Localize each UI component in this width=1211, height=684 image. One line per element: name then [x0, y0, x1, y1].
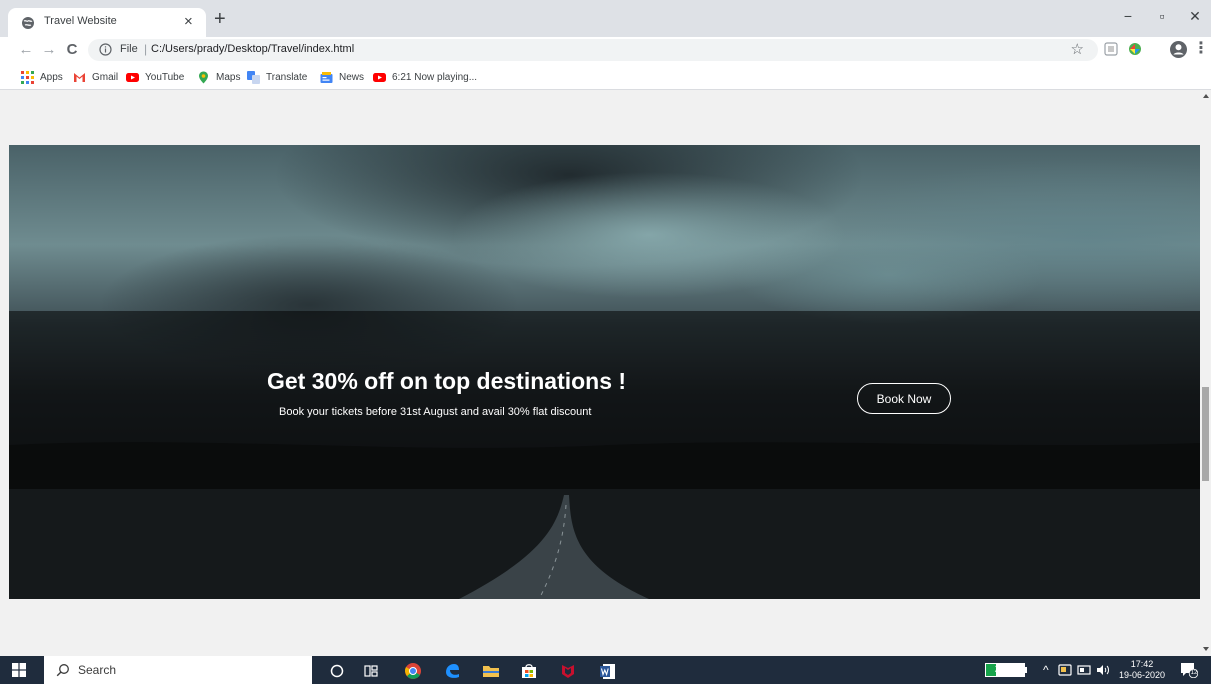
- promo-subline: Book your tickets before 31st August and…: [279, 406, 592, 418]
- bookmark-apps[interactable]: Apps: [21, 69, 63, 85]
- url-text[interactable]: C:/Users/prady/Desktop/Travel/index.html: [151, 43, 354, 55]
- edge-taskbar-icon[interactable]: [441, 660, 463, 682]
- book-now-button[interactable]: Book Now: [857, 383, 951, 414]
- notification-count: 12: [1190, 670, 1198, 676]
- apps-grid-icon: [21, 70, 34, 84]
- close-window-icon[interactable]: ✕: [1183, 6, 1207, 26]
- store-icon[interactable]: [518, 660, 540, 682]
- forward-arrow-icon[interactable]: →: [40, 40, 58, 60]
- gmail-icon: [74, 72, 85, 82]
- chrome-taskbar-icon[interactable]: [402, 660, 424, 682]
- translate-icon: [247, 70, 260, 84]
- promo-headline: Get 30% off on top destinations !: [267, 368, 627, 394]
- windows-taskbar: Search 27% ^ 17:42 19-06-2020 12: [0, 656, 1211, 684]
- cortana-icon[interactable]: [326, 660, 348, 682]
- bookmark-label: Gmail: [92, 71, 119, 83]
- profile-avatar-icon[interactable]: [1169, 40, 1188, 59]
- bookmark-label: YouTube: [145, 71, 185, 83]
- volume-icon[interactable]: [1096, 664, 1110, 676]
- browser-toolbar: ← → C File | C:/Users/prady/Desktop/Trav…: [0, 37, 1211, 63]
- bookmark-gmail[interactable]: Gmail: [73, 69, 118, 85]
- youtube-icon: [373, 72, 386, 82]
- bookmark-label: Apps: [40, 71, 63, 83]
- scroll-down-arrow-icon[interactable]: [1203, 647, 1209, 651]
- battery-nub: [1025, 667, 1027, 673]
- taskbar-clock[interactable]: 17:42 19-06-2020: [1113, 659, 1171, 681]
- browser-menu-icon[interactable]: ⋮: [1193, 39, 1209, 59]
- clock-time: 17:42: [1130, 659, 1154, 669]
- maps-icon: [199, 71, 208, 83]
- bookmark-label: Maps: [216, 71, 241, 83]
- windows-start-icon[interactable]: [12, 663, 26, 677]
- url-separator: |: [144, 42, 148, 56]
- word-icon[interactable]: [596, 660, 618, 682]
- network-icon[interactable]: [1077, 665, 1091, 675]
- tab-strip: Travel Website × + − ▫ ✕: [0, 0, 1211, 37]
- hero-background-image: Get 30% off on top destinations ! Book y…: [9, 145, 1200, 599]
- minimize-icon[interactable]: −: [1116, 6, 1140, 26]
- task-view-icon[interactable]: [360, 660, 382, 682]
- bookmark-label: Translate: [266, 71, 308, 83]
- taskbar-search-box[interactable]: Search: [44, 656, 312, 684]
- bookmark-maps[interactable]: Maps: [197, 69, 240, 85]
- bookmarks-bar: Apps Gmail YouTube Maps Translate News 6…: [0, 63, 1211, 90]
- notification-center-icon[interactable]: 12: [1180, 662, 1199, 679]
- address-bar[interactable]: File | C:/Users/prady/Desktop/Travel/ind…: [88, 39, 1098, 61]
- colorful-extension-icon[interactable]: [1127, 41, 1143, 57]
- extension-icon[interactable]: [1103, 41, 1119, 57]
- page-viewport: Get 30% off on top destinations ! Book y…: [0, 91, 1200, 656]
- promo-banner: Get 30% off on top destinations ! Book y…: [9, 311, 1200, 489]
- bookmark-youtube[interactable]: YouTube: [126, 69, 184, 85]
- bookmark-label: 6:21 Now playing...: [392, 71, 478, 83]
- page-scrollbar[interactable]: [1200, 91, 1211, 656]
- url-scheme: File: [120, 43, 138, 55]
- tray-chevron-icon[interactable]: ^: [1043, 663, 1049, 677]
- new-tab-icon[interactable]: +: [214, 9, 226, 29]
- scroll-up-arrow-icon[interactable]: [1203, 94, 1209, 98]
- youtube-icon: [126, 72, 139, 82]
- bookmark-news[interactable]: News: [320, 69, 364, 85]
- globe-icon: [22, 17, 34, 29]
- maximize-icon[interactable]: ▫: [1150, 6, 1174, 26]
- bookmark-translate[interactable]: Translate: [247, 69, 307, 85]
- battery-indicator[interactable]: 27%: [985, 663, 1025, 677]
- tab-title: Travel Website: [44, 15, 117, 27]
- clock-date: 19-06-2020: [1118, 670, 1166, 680]
- bookmark-now-playing[interactable]: 6:21 Now playing...: [373, 69, 477, 85]
- news-icon: [320, 71, 333, 83]
- battery-percent: 27%: [994, 664, 1015, 675]
- search-icon: [56, 664, 69, 677]
- scroll-thumb[interactable]: [1202, 387, 1209, 481]
- onedrive-icon[interactable]: [1058, 664, 1072, 676]
- back-arrow-icon[interactable]: ←: [17, 40, 35, 60]
- bookmark-star-icon[interactable]: ☆: [1071, 41, 1084, 59]
- tab-close-icon[interactable]: ×: [184, 12, 193, 32]
- reload-icon[interactable]: C: [63, 40, 81, 60]
- file-explorer-icon[interactable]: [480, 660, 502, 682]
- info-icon[interactable]: [99, 43, 112, 56]
- browser-tab[interactable]: Travel Website ×: [8, 8, 206, 37]
- taskbar-search-placeholder: Search: [78, 663, 117, 677]
- bookmark-label: News: [339, 71, 365, 83]
- mcafee-icon[interactable]: [557, 660, 579, 682]
